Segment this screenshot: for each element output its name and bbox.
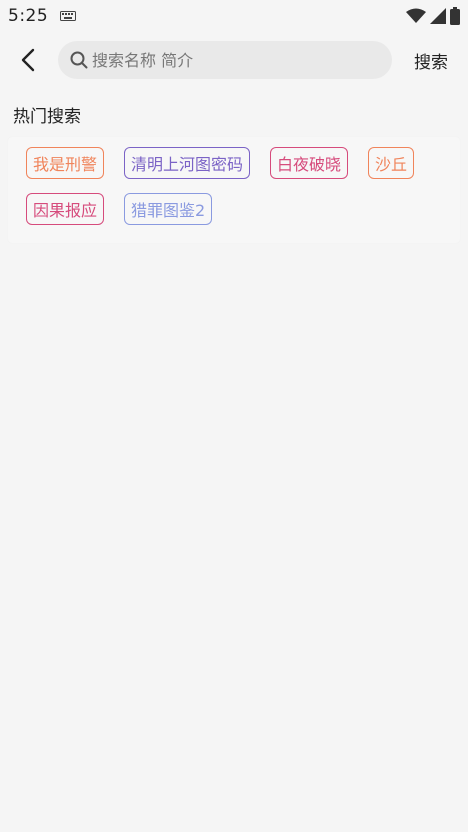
status-bar: 5:25 xyxy=(0,0,468,32)
search-input[interactable] xyxy=(92,50,380,70)
hot-tag[interactable]: 白夜破晓 xyxy=(270,147,349,179)
back-button[interactable] xyxy=(10,40,46,80)
hot-tag[interactable]: 清明上河图密码 xyxy=(124,147,251,179)
hot-tag[interactable]: 沙丘 xyxy=(368,147,415,179)
search-button[interactable]: 搜索 xyxy=(414,48,448,73)
hot-tag[interactable]: 因果报应 xyxy=(26,193,105,225)
chevron-left-icon xyxy=(21,48,35,72)
search-toolbar: 搜索 xyxy=(0,36,468,84)
wifi-icon xyxy=(406,8,426,23)
status-time: 5:25 xyxy=(8,6,49,26)
cellular-signal-icon xyxy=(430,8,446,24)
hot-search-tags: 我是刑警 清明上河图密码 白夜破晓 沙丘 因果报应 猎罪图鉴2 xyxy=(8,137,460,243)
hot-search-title: 热门搜索 xyxy=(13,107,81,127)
hot-tag[interactable]: 猎罪图鉴2 xyxy=(124,193,213,225)
search-icon xyxy=(70,51,88,69)
search-box[interactable] xyxy=(58,41,392,79)
battery-icon xyxy=(450,7,460,25)
keyboard-icon xyxy=(60,11,77,21)
hot-tag[interactable]: 我是刑警 xyxy=(26,147,105,179)
